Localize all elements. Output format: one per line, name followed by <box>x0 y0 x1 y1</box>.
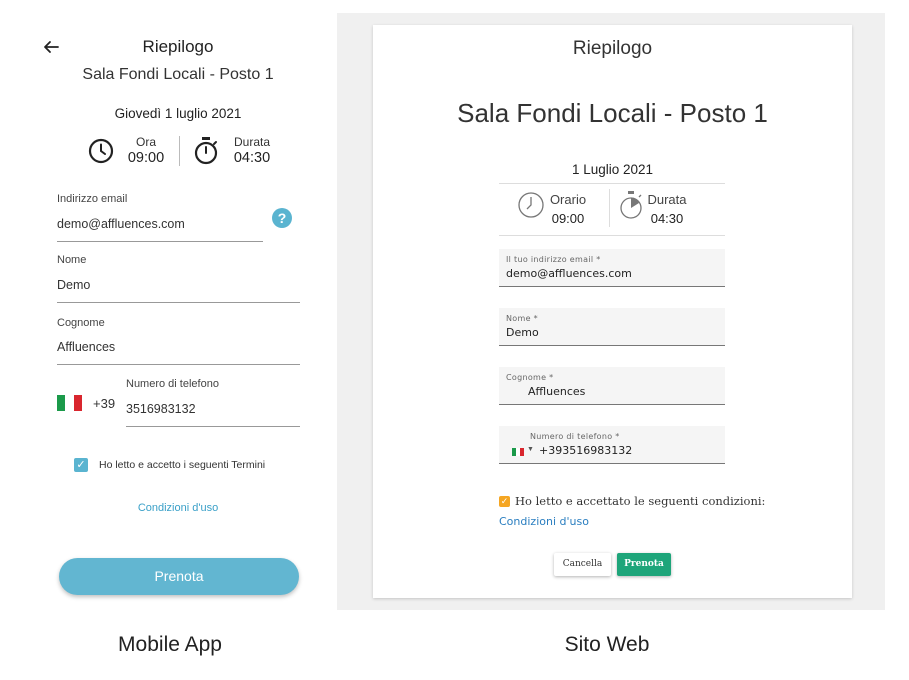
room-name: Sala Fondi Locali - Posto 1 <box>82 66 274 83</box>
phone-label: Numero di telefono <box>126 378 219 390</box>
booking-date: Giovedì 1 luglio 2021 <box>114 106 242 121</box>
name-underline <box>57 302 300 303</box>
book-button[interactable]: Prenota <box>59 558 299 595</box>
surname-value: Affluences <box>528 385 586 398</box>
email-label: Il tuo indirizzo email * <box>506 255 601 264</box>
divider <box>499 235 725 236</box>
terms-link[interactable]: Condizioni d'uso <box>0 502 356 514</box>
web-caption: Sito Web <box>564 633 650 656</box>
divider <box>609 189 610 227</box>
phone-underline <box>126 426 300 427</box>
book-button[interactable]: Prenota <box>617 553 671 576</box>
stopwatch-icon <box>620 191 642 219</box>
help-icon[interactable]: ? <box>272 208 292 228</box>
name-label: Nome <box>57 254 87 266</box>
phone-value: +393516983132 <box>539 444 633 457</box>
surname-label: Cognome * <box>506 373 554 382</box>
name-field[interactable]: Demo <box>57 278 90 292</box>
time-label: Ora <box>135 135 156 149</box>
mobile-caption: Mobile App <box>118 633 222 656</box>
surname-field[interactable]: Cognome * Affluences <box>499 367 725 405</box>
surname-underline <box>57 364 300 365</box>
email-label: Indirizzo email <box>57 193 128 205</box>
time-value: 09:00 <box>127 150 165 166</box>
cancel-button[interactable]: Cancella <box>554 553 611 576</box>
phone-prefix[interactable]: +39 <box>93 396 115 411</box>
terms-text: Ho letto e accettato le seguenti condizi… <box>515 494 766 508</box>
clock-icon <box>518 192 544 218</box>
web-summary-card: Riepilogo Sala Fondi Locali - Posto 1 1 … <box>373 25 852 598</box>
chevron-down-icon[interactable]: ▼ <box>527 446 534 453</box>
phone-label: Numero di telefono * <box>530 432 620 441</box>
mobile-app-panel: Riepilogo Sala Fondi Locali - Posto 1 Gi… <box>0 0 340 610</box>
duration-label: Durata <box>233 135 271 149</box>
time-label: Orario <box>549 192 587 207</box>
italy-flag-icon[interactable] <box>57 395 82 411</box>
terms-text: Ho letto e accetto i seguenti Termini <box>99 459 266 471</box>
room-name: Sala Fondi Locali - Posto 1 <box>457 98 768 128</box>
italy-flag-icon[interactable] <box>512 448 524 456</box>
terms-link[interactable]: Condizioni d'uso <box>499 515 589 528</box>
duration-label: Durata <box>647 192 687 207</box>
clock-icon <box>88 138 114 164</box>
name-value: Demo <box>506 326 539 339</box>
surname-label: Cognome <box>57 317 105 329</box>
stopwatch-icon <box>194 137 218 165</box>
page-title: Riepilogo <box>142 37 214 56</box>
divider <box>499 183 725 184</box>
name-field[interactable]: Nome * Demo <box>499 308 725 346</box>
surname-field[interactable]: Affluences <box>57 340 115 354</box>
email-field[interactable]: Il tuo indirizzo email * demo@affluences… <box>499 249 725 287</box>
time-value: 09:00 <box>551 211 585 226</box>
terms-checkbox[interactable]: ✓ <box>74 458 88 472</box>
name-label: Nome * <box>506 314 538 323</box>
email-value: demo@affluences.com <box>506 267 632 280</box>
phone-field[interactable]: 3516983132 <box>126 402 196 416</box>
email-field[interactable]: demo@affluences.com <box>57 217 185 231</box>
checkmark-icon: ✓ <box>500 496 509 506</box>
booking-date: 1 Luglio 2021 <box>571 162 654 177</box>
duration-value: 04:30 <box>650 211 684 226</box>
time-summary: Ora 09:00 Durata 04:30 <box>86 134 276 170</box>
email-underline <box>57 241 263 242</box>
phone-field[interactable]: Numero di telefono * ▼ +393516983132 <box>499 426 725 464</box>
divider <box>179 136 180 166</box>
terms-checkbox[interactable]: ✓ <box>499 496 510 507</box>
duration-value: 04:30 <box>233 150 271 166</box>
page-title: Riepilogo <box>572 38 653 59</box>
checkmark-icon: ✓ <box>76 459 86 471</box>
